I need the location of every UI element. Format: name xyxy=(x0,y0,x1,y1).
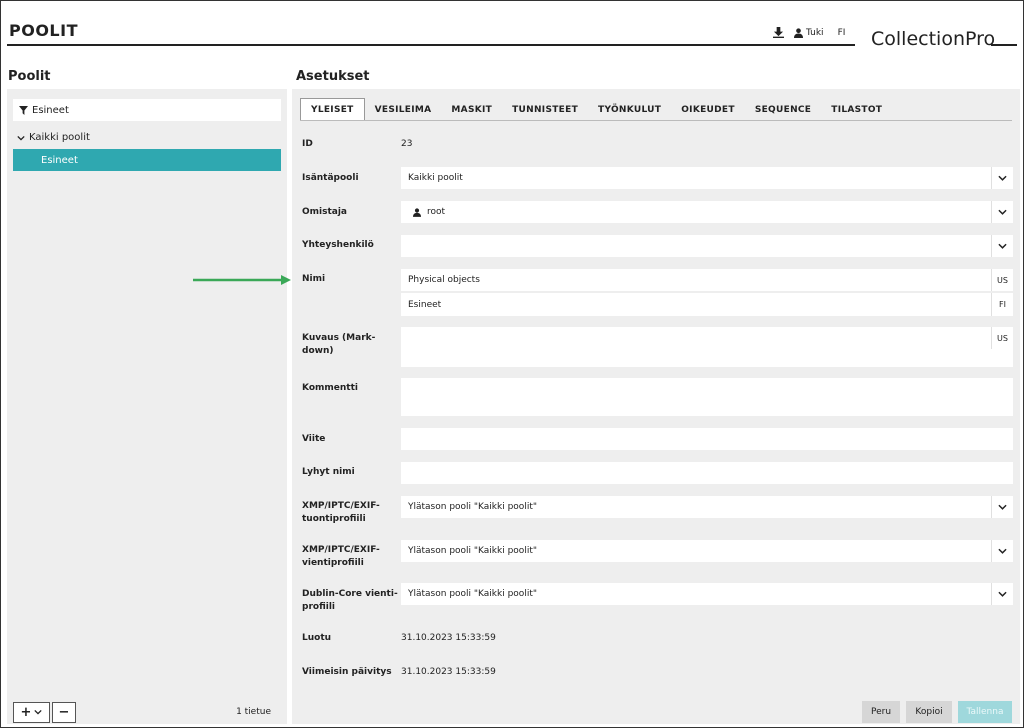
tab-general[interactable]: YLEISET xyxy=(300,98,365,121)
id-label: ID xyxy=(302,139,313,149)
host-pool-label: Isäntäpooli xyxy=(302,173,359,183)
chevron-down-icon[interactable] xyxy=(991,496,1013,518)
annotation-arrow-icon xyxy=(193,275,291,285)
record-count: 1 tietue xyxy=(236,707,271,717)
comment-label: Kommentti xyxy=(302,383,358,393)
user-icon xyxy=(413,207,421,217)
tabs-divider xyxy=(300,120,1012,121)
updated-value: 31.10.2023 15:33:59 xyxy=(401,667,496,677)
filter-value: Esineet xyxy=(32,104,69,116)
dublin-core-select[interactable]: Ylätason pooli "Kaikki poolit" xyxy=(401,583,1013,605)
description-textarea[interactable]: US xyxy=(401,327,1013,367)
pool-filter-input[interactable]: Esineet xyxy=(13,99,281,121)
brand-logo: CollectionPro xyxy=(871,28,996,50)
name-fi-input[interactable]: Esineet FI xyxy=(401,293,1013,316)
description-label: Kuvaus (Mark- down) xyxy=(302,332,375,358)
xmp-import-label-line1: XMP/IPTC/EXIF- xyxy=(302,501,380,511)
reference-input[interactable] xyxy=(401,428,1013,450)
filter-icon xyxy=(19,105,28,115)
tab-statistics[interactable]: TILASTOT xyxy=(821,99,892,121)
chevron-down-icon[interactable] xyxy=(991,201,1013,223)
chevron-down-icon[interactable] xyxy=(991,583,1013,605)
reference-label: Viite xyxy=(302,434,326,444)
dublin-core-label: Dublin-Core vienti- profiili xyxy=(302,588,398,614)
xmp-import-value: Ylätason pooli "Kaikki poolit" xyxy=(408,502,537,512)
language-switch[interactable]: FI xyxy=(838,28,846,38)
chevron-down-icon[interactable] xyxy=(991,235,1013,257)
xmp-import-label: XMP/IPTC/EXIF- tuontiprofiili xyxy=(302,500,380,526)
chevron-down-icon xyxy=(17,135,25,141)
download-icon[interactable] xyxy=(773,27,784,38)
created-value: 31.10.2023 15:33:59 xyxy=(401,633,496,643)
xmp-export-select[interactable]: Ylätason pooli "Kaikki poolit" xyxy=(401,540,1013,562)
tree-item-all-pools[interactable]: Kaikki poolit xyxy=(17,132,90,143)
pools-footer: + − 1 tietue xyxy=(13,700,281,724)
tree-item-label: Kaikki poolit xyxy=(29,132,90,143)
support-label: Tuki xyxy=(806,27,824,38)
tab-masks[interactable]: MASKIT xyxy=(441,99,502,121)
chevron-down-icon[interactable] xyxy=(991,167,1013,189)
name-us-input[interactable]: Physical objects US xyxy=(401,269,1013,291)
xmp-export-label-line2: vientiprofiili xyxy=(302,558,364,568)
settings-panel: YLEISET VESILEIMA MASKIT TUNNISTEET TYÖN… xyxy=(292,89,1020,724)
lang-us-label: US xyxy=(991,269,1013,291)
app-title: POOLIT xyxy=(9,21,78,40)
minus-icon: − xyxy=(58,704,70,720)
pools-heading: Poolit xyxy=(8,69,51,84)
header-divider-right xyxy=(991,44,1017,46)
copy-button[interactable]: Kopioi xyxy=(906,701,952,723)
xmp-import-select[interactable]: Ylätason pooli "Kaikki poolit" xyxy=(401,496,1013,518)
name-fi-value: Esineet xyxy=(408,299,442,310)
tab-tags[interactable]: TUNNISTEET xyxy=(502,99,588,121)
contact-select[interactable] xyxy=(401,235,1013,257)
owner-value: root xyxy=(427,207,446,217)
header-tools: Tuki FI xyxy=(773,27,845,38)
pools-panel: Esineet Kaikki poolit Esineet + − 1 tiet… xyxy=(7,89,287,724)
updated-label: Viimeisin päivitys xyxy=(302,667,392,677)
tab-sequence[interactable]: SEQUENCE xyxy=(745,99,821,121)
id-value: 23 xyxy=(401,139,413,149)
dublin-core-label-line2: profiili xyxy=(302,602,335,612)
description-label-line1: Kuvaus (Mark- xyxy=(302,333,376,343)
plus-icon: + xyxy=(20,704,32,720)
name-label: Nimi xyxy=(302,274,326,284)
created-label: Luotu xyxy=(302,633,332,643)
user-icon xyxy=(794,27,803,38)
settings-heading: Asetukset xyxy=(296,69,370,84)
xmp-export-label-line1: XMP/IPTC/EXIF- xyxy=(302,545,380,555)
short-name-label: Lyhyt nimi xyxy=(302,467,355,477)
settings-tabs: YLEISET VESILEIMA MASKIT TUNNISTEET TYÖN… xyxy=(300,98,892,121)
short-name-input[interactable] xyxy=(401,462,1013,484)
tab-permissions[interactable]: OIKEUDET xyxy=(671,99,745,121)
support-link[interactable]: Tuki xyxy=(794,28,824,38)
chevron-down-icon xyxy=(34,709,43,715)
cancel-button[interactable]: Peru xyxy=(862,701,900,723)
xmp-export-value: Ylätason pooli "Kaikki poolit" xyxy=(408,546,537,556)
dublin-core-label-line1: Dublin-Core vienti- xyxy=(302,589,398,599)
owner-label: Omistaja xyxy=(302,207,348,217)
lang-fi-label: FI xyxy=(991,293,1013,316)
add-pool-button[interactable]: + xyxy=(13,701,50,723)
comment-textarea[interactable] xyxy=(401,378,1013,416)
owner-select[interactable]: root xyxy=(401,201,1013,223)
contact-label: Yhteyshenkilö xyxy=(302,240,374,250)
tab-workflows[interactable]: TYÖNKULUT xyxy=(588,99,671,121)
description-label-line2: down) xyxy=(302,346,334,356)
host-pool-select[interactable]: Kaikki poolit xyxy=(401,167,1013,189)
header-divider xyxy=(7,44,855,46)
tab-watermark[interactable]: VESILEIMA xyxy=(365,99,442,121)
dublin-core-value: Ylätason pooli "Kaikki poolit" xyxy=(408,589,537,599)
app-window: POOLIT Tuki FI CollectionPro Poolit Esin… xyxy=(0,0,1024,728)
xmp-export-label: XMP/IPTC/EXIF- vientiprofiili xyxy=(302,544,380,570)
remove-pool-button[interactable]: − xyxy=(52,701,76,723)
tree-item-esineet[interactable]: Esineet xyxy=(13,149,281,171)
xmp-import-label-line2: tuontiprofiili xyxy=(302,514,366,524)
lang-us-label: US xyxy=(991,327,1013,349)
host-pool-value: Kaikki poolit xyxy=(408,173,463,183)
save-button[interactable]: Tallenna xyxy=(958,701,1012,723)
name-us-value: Physical objects xyxy=(408,275,480,285)
chevron-down-icon[interactable] xyxy=(991,540,1013,562)
